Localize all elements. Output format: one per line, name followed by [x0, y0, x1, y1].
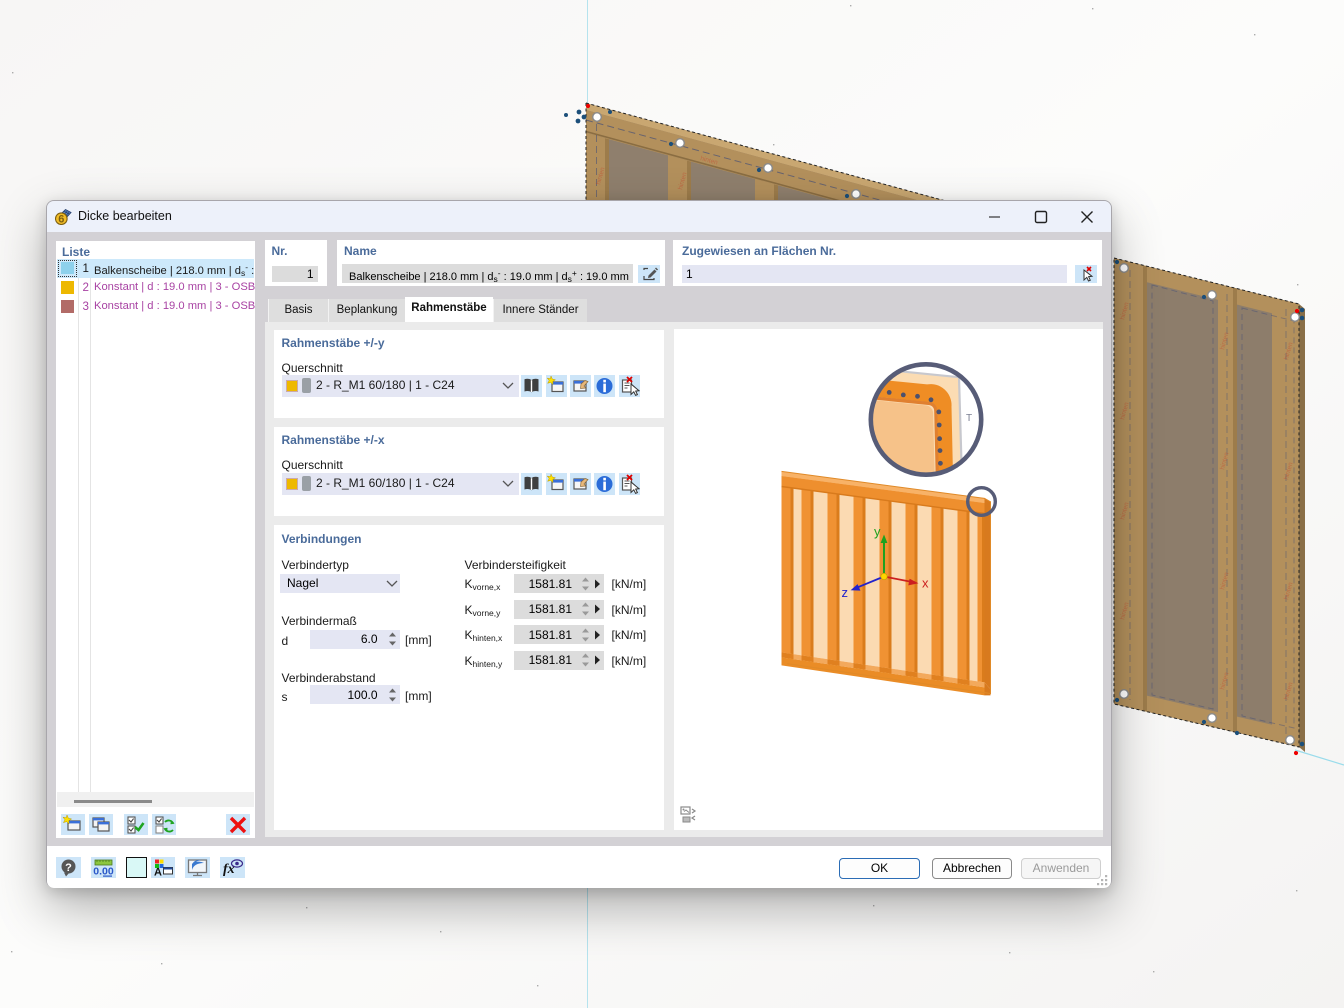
svg-text:A: A	[154, 867, 162, 879]
svg-text:z: z	[842, 585, 849, 600]
svg-text:6: 6	[58, 214, 64, 225]
svg-text:x: x	[922, 575, 929, 590]
svg-text:fx: fx	[223, 862, 235, 877]
svg-text:?: ?	[65, 862, 72, 874]
svg-text:T: T	[966, 413, 972, 424]
svg-text:y: y	[874, 524, 881, 539]
